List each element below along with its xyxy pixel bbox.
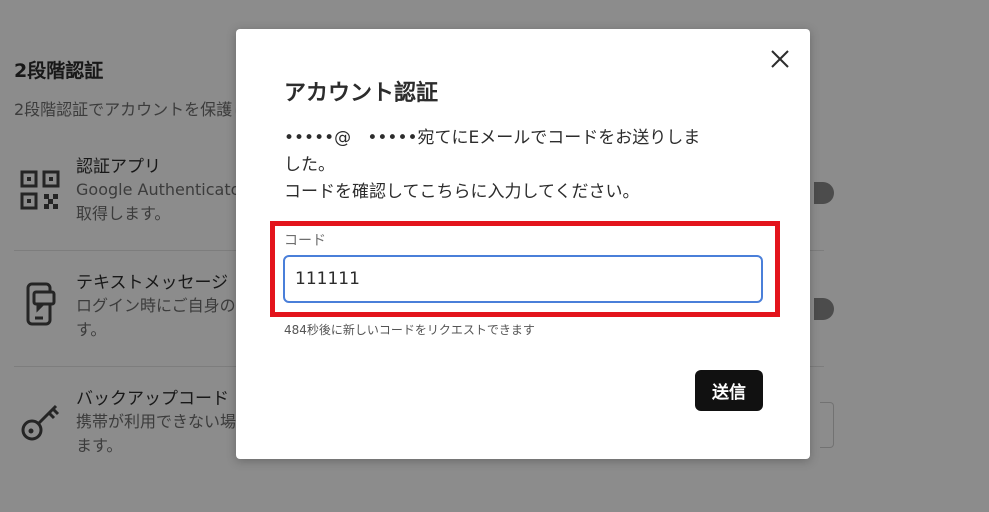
account-verification-dialog: アカウント認証 •••••@ •••••宛てにEメールでコードをお送りしま した… (236, 29, 810, 459)
dialog-title: アカウント認証 (284, 81, 439, 106)
message-line: した。 (284, 155, 335, 175)
code-field-label: コード (284, 233, 326, 249)
close-icon[interactable] (768, 47, 792, 71)
message-line: コードを確認してこちらに入力してください。 (284, 182, 640, 202)
code-input[interactable] (283, 255, 763, 303)
resend-note: 484秒後に新しいコードをリクエストできます (284, 323, 535, 337)
send-button[interactable]: 送信 (695, 370, 763, 411)
dialog-message: •••••@ •••••宛てにEメールでコードをお送りしま した。 コードを確認… (284, 125, 774, 206)
masked-email-domain: •••••宛てにEメールでコードをお送りしま (367, 128, 701, 148)
masked-email-local: •••••@ (284, 128, 352, 148)
